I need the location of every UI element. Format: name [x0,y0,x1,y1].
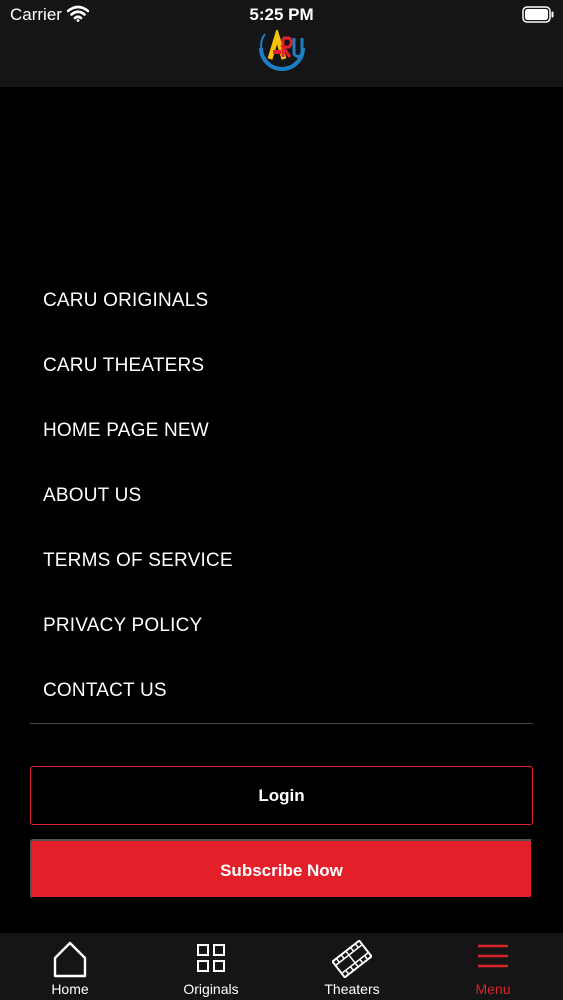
menu-item-contact-us[interactable]: CONTACT US [0,658,563,723]
clock: 5:25 PM [249,5,314,24]
menu-item-privacy-policy[interactable]: PRIVACY POLICY [0,593,563,658]
menu-item-caru-originals[interactable]: CARU ORIGINALS [0,268,563,333]
menu-item-home-page-new[interactable]: HOME PAGE NEW [0,398,563,463]
menu-divider [30,723,533,724]
app-header [0,30,563,87]
tab-originals[interactable]: Originals [141,933,281,1000]
caru-logo-icon[interactable] [256,30,308,76]
grid-icon [197,944,225,972]
home-icon [53,941,87,978]
tab-bar: Home Originals Theaters Menu [0,933,563,1000]
film-icon [332,940,372,978]
menu-icon [478,944,508,968]
menu-item-terms-of-service[interactable]: TERMS OF SERVICE [0,528,563,593]
tab-theaters[interactable]: Theaters [282,933,422,1000]
tab-home[interactable]: Home [0,933,140,1000]
status-bar: Carrier 5:25 PM [0,0,563,30]
subscribe-button[interactable]: Subscribe Now [30,839,533,899]
tab-menu-label: Menu [475,981,511,997]
tab-theaters-label: Theaters [324,981,380,997]
tab-home-label: Home [51,981,89,997]
menu-item-caru-theaters[interactable]: CARU THEATERS [0,333,563,398]
side-menu: CARU ORIGINALS CARU THEATERS HOME PAGE N… [0,268,563,723]
menu-item-about-us[interactable]: ABOUT US [0,463,563,528]
login-button[interactable]: Login [30,766,533,825]
battery-icon [522,6,554,23]
tab-originals-label: Originals [183,981,239,997]
tab-menu[interactable]: Menu [423,933,563,1000]
